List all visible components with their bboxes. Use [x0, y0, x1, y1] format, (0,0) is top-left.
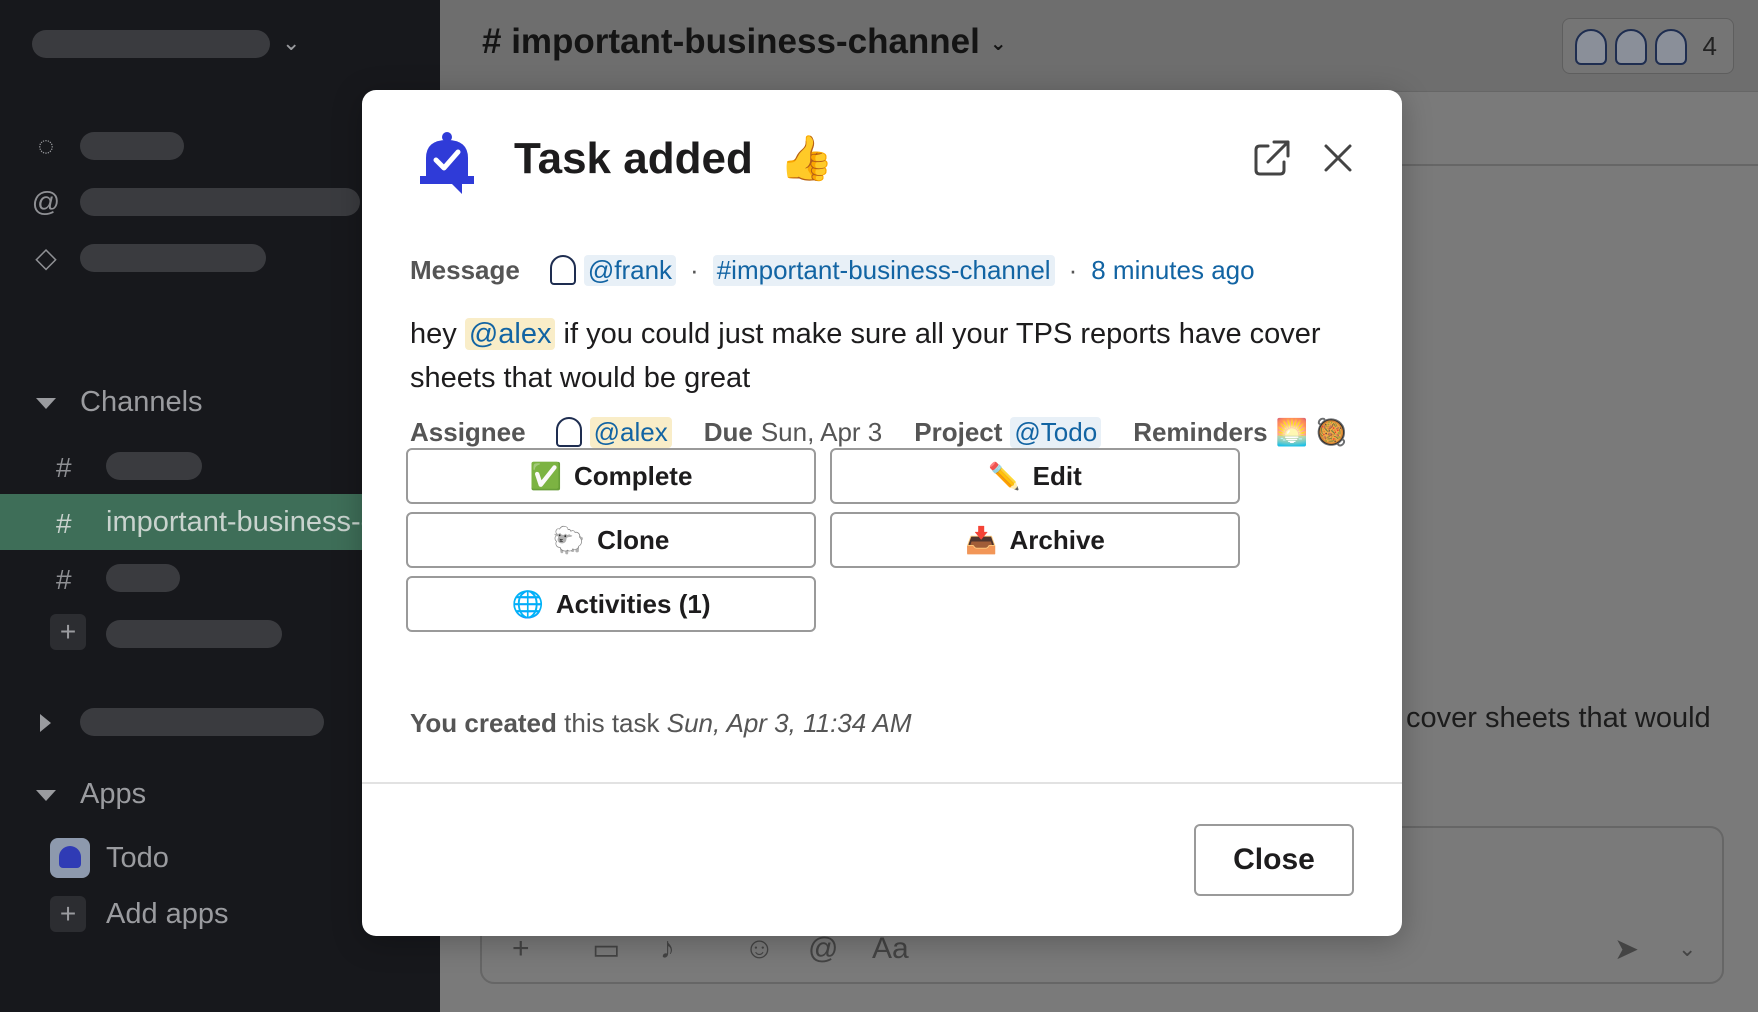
message-prefix: hey	[410, 318, 457, 350]
modal-divider	[362, 782, 1402, 784]
bookmark-bar	[1400, 92, 1758, 166]
todo-bell-icon	[420, 132, 474, 194]
close-icon	[1324, 144, 1352, 172]
avatar	[549, 255, 576, 285]
workspace-switcher[interactable]	[32, 30, 270, 58]
message-label: Message	[410, 254, 520, 285]
video-icon[interactable]: ▭	[592, 932, 620, 967]
sidebar-item-add-channel[interactable]	[106, 620, 282, 648]
sidebar-item-todo[interactable]: Todo	[106, 842, 169, 875]
edit-button[interactable]: ✏️ Edit	[830, 448, 1240, 504]
external-link-icon	[1254, 140, 1290, 176]
edit-button-label: Edit	[1032, 460, 1082, 491]
project-label: Project	[914, 416, 1003, 447]
caret-down-icon[interactable]	[36, 398, 56, 409]
member-list-button[interactable]: 4	[1562, 18, 1734, 74]
inbox-tray-icon: 📥	[965, 524, 998, 555]
message-meta: Message @frank · #important-business-cha…	[410, 250, 1255, 290]
modal-title-text: Task added	[514, 134, 753, 183]
sidebar-item-channel[interactable]	[106, 564, 180, 592]
open-external-button[interactable]	[1250, 136, 1294, 180]
project-mention[interactable]: @Todo	[1010, 416, 1102, 448]
avatar	[1655, 29, 1687, 65]
sidebar-item-channel[interactable]	[106, 452, 202, 480]
created-text: this task	[564, 708, 660, 738]
plus-icon[interactable]: +	[512, 932, 530, 966]
emoji-icon[interactable]: ☺	[744, 932, 775, 966]
microphone-icon[interactable]: ♪	[660, 932, 675, 966]
plus-icon[interactable]: +	[50, 614, 86, 650]
check-mark-icon: ✅	[529, 460, 562, 491]
hash-icon: #	[56, 564, 72, 595]
avatar	[555, 417, 582, 447]
caret-down-icon[interactable]	[36, 790, 56, 801]
sidebar-section-collapsed[interactable]	[80, 708, 324, 736]
channel-title[interactable]: # important-business-channel ⌄	[482, 22, 1007, 62]
archive-button-label: Archive	[1009, 524, 1105, 555]
close-button[interactable]: Close	[1194, 824, 1354, 896]
mentions-icon[interactable]: @	[28, 184, 64, 220]
separator-dot: ·	[690, 254, 699, 285]
message-timestamp-link[interactable]: 8 minutes ago	[1091, 255, 1254, 286]
assignee-mention[interactable]: @alex	[589, 416, 672, 448]
assignee-label: Assignee	[410, 416, 526, 447]
modal-header: Task added 👍	[362, 90, 1402, 230]
channels-section-label[interactable]: Channels	[80, 386, 203, 419]
task-message-text: hey @alex if you could just make sure al…	[410, 312, 1340, 400]
user-mention[interactable]: @alex	[464, 318, 556, 350]
format-icon[interactable]: Aa	[872, 932, 909, 966]
avatar	[1615, 29, 1647, 65]
hash-icon: #	[56, 452, 72, 483]
channel-link[interactable]: #important-business-channel	[712, 254, 1055, 286]
hash-icon: #	[56, 508, 72, 539]
separator-dot: ·	[1068, 254, 1078, 285]
chevron-down-icon[interactable]: ⌄	[1678, 936, 1696, 962]
todo-app-icon	[50, 838, 90, 878]
clone-button[interactable]: 🐑 Clone	[406, 512, 816, 568]
send-icon[interactable]: ➤	[1614, 932, 1639, 967]
created-timestamp: Sun, Apr 3, 11:34 AM	[666, 708, 912, 738]
complete-button-label: Complete	[573, 460, 693, 491]
reminders-emoji-icons: 🌅 🥘	[1275, 416, 1348, 447]
due-label: Due	[703, 416, 753, 447]
apps-section-label[interactable]: Apps	[80, 778, 146, 811]
activities-button-label: Activities (1)	[555, 588, 711, 619]
activities-button[interactable]: 🌐 Activities (1)	[406, 576, 816, 632]
clone-button-label: Clone	[597, 524, 670, 555]
globe-icon: 🌐	[511, 588, 544, 619]
close-x-button[interactable]	[1316, 136, 1360, 180]
created-note: You created this task Sun, Apr 3, 11:34 …	[410, 708, 911, 739]
archive-button[interactable]: 📥 Archive	[830, 512, 1240, 568]
threads-icon[interactable]: ◌	[28, 128, 64, 164]
channel-title-text: # important-business-channel	[482, 22, 980, 61]
modal-title: Task added 👍	[514, 132, 834, 184]
sidebar-item-connect[interactable]	[80, 244, 266, 272]
author-mention[interactable]: @frank	[583, 254, 677, 286]
reminders-label: Reminders	[1133, 416, 1268, 447]
sheep-icon: 🐑	[552, 524, 586, 555]
avatar	[1575, 29, 1607, 65]
due-date: Sun, Apr 3	[760, 416, 883, 447]
mention-icon[interactable]: @	[808, 932, 838, 966]
task-added-modal: Task added 👍 Message @frank · #important…	[362, 90, 1402, 936]
pencil-icon: ✏️	[988, 460, 1021, 491]
created-by: You created	[410, 708, 557, 738]
plus-icon[interactable]: +	[50, 896, 86, 932]
background-message-text: cover sheets that would	[1406, 702, 1711, 734]
member-count: 4	[1702, 31, 1717, 61]
complete-button[interactable]: ✅ Complete	[406, 448, 816, 504]
sidebar-item-threads[interactable]	[80, 132, 184, 160]
connect-icon[interactable]: ◇	[28, 240, 64, 276]
sidebar-item-mentions[interactable]	[80, 188, 360, 216]
thumbs-up-icon: 👍	[779, 134, 834, 183]
chevron-down-icon[interactable]: ⌄	[282, 30, 300, 56]
chevron-down-icon: ⌄	[989, 33, 1007, 56]
sidebar-item-add-apps[interactable]: Add apps	[106, 898, 229, 931]
caret-right-icon[interactable]	[40, 714, 51, 732]
